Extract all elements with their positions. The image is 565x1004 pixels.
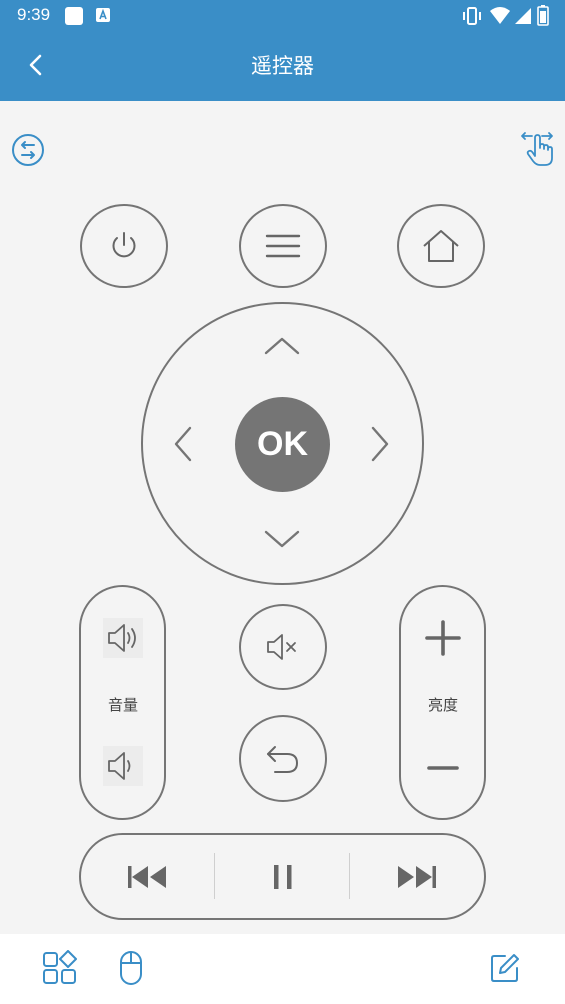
edit-icon[interactable]	[489, 952, 521, 984]
notification-a-icon	[95, 7, 111, 23]
dpad-down-button[interactable]	[262, 526, 302, 552]
switch-device-icon[interactable]	[11, 133, 45, 167]
volume-down-button[interactable]	[103, 746, 143, 786]
skip-next-icon	[394, 860, 440, 894]
chevron-down-icon	[262, 526, 302, 552]
pause-icon	[266, 860, 300, 894]
chevron-left-icon	[170, 424, 196, 464]
media-divider-2	[349, 853, 350, 899]
vibrate-icon	[461, 6, 483, 26]
volume-up-button[interactable]	[103, 618, 143, 658]
page-title: 遥控器	[251, 54, 314, 78]
volume-label: 音量	[107, 696, 138, 714]
swipe-gesture-icon[interactable]	[518, 128, 556, 168]
return-icon	[263, 741, 303, 777]
brightness-label: 亮度	[427, 696, 458, 714]
brightness-down-button[interactable]	[423, 748, 463, 788]
media-divider-1	[214, 853, 215, 899]
mouse-icon[interactable]	[118, 950, 144, 986]
power-button[interactable]	[80, 204, 168, 288]
chevron-right-icon	[367, 424, 393, 464]
minus-icon	[423, 748, 463, 788]
signal-icon	[513, 6, 533, 26]
status-time: 9:39	[17, 5, 51, 24]
brightness-up-button[interactable]	[423, 618, 463, 658]
power-icon	[107, 229, 141, 263]
status-bar: 9:39	[0, 0, 565, 32]
menu-button[interactable]	[239, 204, 327, 288]
dpad-right-button[interactable]	[367, 424, 393, 464]
volume-down-icon	[103, 746, 143, 786]
mute-button[interactable]	[239, 604, 327, 690]
volume-up-icon	[103, 618, 143, 658]
menu-icon	[265, 231, 301, 261]
skip-previous-icon	[124, 860, 170, 894]
home-button[interactable]	[397, 204, 485, 288]
ok-button[interactable]: OK	[235, 397, 330, 492]
home-icon	[421, 228, 461, 264]
chevron-up-icon	[262, 333, 302, 359]
dpad-left-button[interactable]	[170, 424, 196, 464]
plus-icon	[423, 618, 463, 658]
next-button[interactable]	[394, 860, 440, 894]
dpad-up-button[interactable]	[262, 333, 302, 359]
apps-grid-icon[interactable]	[42, 950, 78, 986]
return-button[interactable]	[239, 715, 327, 802]
bottom-toolbar	[0, 934, 565, 1004]
notification-app-icon	[64, 6, 84, 26]
previous-button[interactable]	[124, 860, 170, 894]
wifi-icon	[489, 6, 511, 26]
battery-icon	[537, 4, 549, 26]
mute-icon	[263, 629, 303, 665]
play-pause-button[interactable]	[266, 860, 300, 894]
